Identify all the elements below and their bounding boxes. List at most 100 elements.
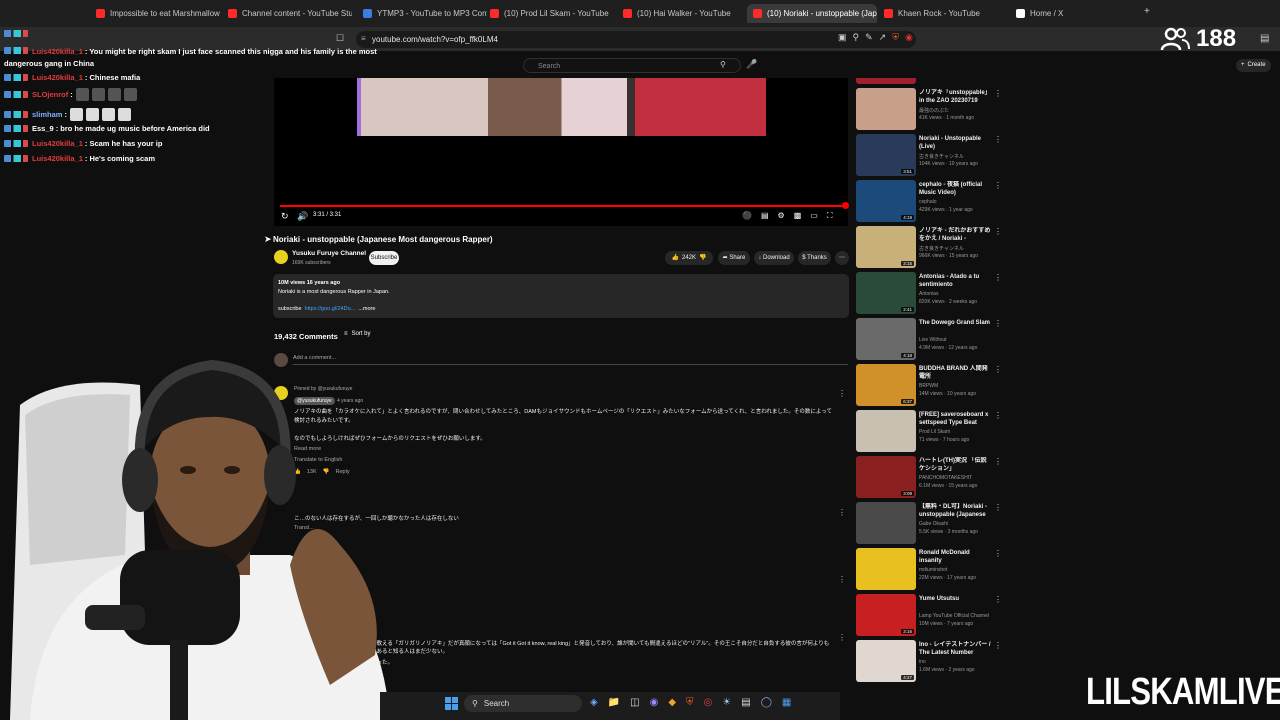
volume-icon[interactable]: 🔊 xyxy=(297,211,308,222)
recommended-thumbnail[interactable] xyxy=(856,88,916,130)
chat-username[interactable]: Ess_9 xyxy=(32,124,54,133)
recommended-title[interactable]: ハートレ(TH)実況 「伝説ケシション」 xyxy=(919,457,991,473)
sort-by-button[interactable]: ≡ Sort by xyxy=(344,331,371,337)
recommended-menu-icon[interactable]: ⋮ xyxy=(994,135,1002,144)
create-button[interactable]: + Create xyxy=(1236,59,1271,72)
url-field[interactable]: youtube.com/watch?v=ofp_ffk0LM4 xyxy=(356,31,916,48)
recommended-menu-icon[interactable]: ⋮ xyxy=(994,273,1002,282)
tab-1[interactable]: Channel content - YouTube Studio xyxy=(222,4,352,23)
tab-3[interactable]: (10) Prod Lil Skam - YouTube xyxy=(484,4,614,23)
autoplay-toggle-icon[interactable]: ⚫ xyxy=(742,211,752,221)
search-icon[interactable]: ⚲ xyxy=(720,60,726,69)
channel-name[interactable]: Yusuku Furuye Channel xyxy=(292,250,366,257)
end-screen-thumbnails[interactable] xyxy=(357,78,766,136)
share-icon[interactable]: ↗ xyxy=(879,32,887,43)
chat-username[interactable]: Luis420killa_1 xyxy=(32,154,83,163)
recommended-title[interactable]: BUDDHA BRAND 人間発電所 xyxy=(919,365,991,381)
recommended-thumbnail[interactable] xyxy=(856,410,916,452)
recommended-title[interactable]: 【無料・DL可】Noriaki - unstoppable (Japanese … xyxy=(919,503,991,520)
recommended-title[interactable]: Noriaki - Unstoppable (Live) xyxy=(919,135,991,151)
recommended-menu-icon[interactable]: ⋮ xyxy=(994,411,1002,420)
comment-3-menu-icon[interactable]: ⋮ xyxy=(838,575,846,584)
recommended-video[interactable]: 【無料・DL可】Noriaki - unstoppable (Japanese … xyxy=(856,502,1002,544)
recommended-thumbnail[interactable] xyxy=(856,548,916,590)
scrubber-handle[interactable] xyxy=(842,202,849,209)
site-info-icon[interactable]: ≡ xyxy=(361,34,366,43)
recommended-video[interactable]: 2:41 Antonias - Atado a tu sentimiento Ant… xyxy=(856,272,1002,314)
recommended-menu-icon[interactable]: ⋮ xyxy=(994,181,1002,190)
zoom-icon[interactable]: ⚲ xyxy=(853,32,860,43)
miniplayer-icon[interactable]: ▩ xyxy=(794,211,802,221)
search-input[interactable]: Search xyxy=(523,58,741,73)
recommended-title[interactable]: ノリアキ「unstoppable」 in the ZAO 20230719 xyxy=(919,89,991,105)
extension-badge-icon[interactable]: ◉ xyxy=(905,32,913,43)
comment-4-menu-icon[interactable]: ⋮ xyxy=(838,633,846,642)
recommended-video[interactable]: 4:18 The Dowego Grand Slam Live Without 4.9… xyxy=(856,318,1002,360)
recommended-menu-icon[interactable]: ⋮ xyxy=(994,457,1002,466)
recommended-video[interactable]: [FREE] saveroseboard x settspeed Type Be… xyxy=(856,410,1002,452)
tab-6[interactable]: Khaen Rock - YouTube xyxy=(878,4,1008,23)
subscribe-link[interactable]: https://goo.gl/24Du... xyxy=(305,306,356,312)
chat-username[interactable]: slimham xyxy=(32,110,62,119)
recommended-video[interactable]: Ronald McDonald insanity mdiuminshot 22M v… xyxy=(856,548,1002,590)
recommended-title[interactable]: Ino - レイテストナンバー / The Latest Number xyxy=(919,641,991,657)
recommended-video[interactable]: 3:15 ノリアキ - だれかおすすめをかえ / Noriaki - Someon… xyxy=(856,226,1002,268)
thumbs-down-icon[interactable]: 👎 xyxy=(699,251,706,265)
subscribe-button[interactable]: Subscribe xyxy=(369,251,399,265)
taskbar-search[interactable]: ⚲ Search xyxy=(464,695,582,712)
tab-7[interactable]: Home / X xyxy=(1010,4,1126,23)
recommended-title[interactable]: ノリアキ - だれかおすすめをかえ / Noriaki - Someone sh… xyxy=(919,227,991,244)
recommended-video[interactable]: 4:27 Ino - レイテストナンバー / The Latest Number i… xyxy=(856,640,1002,682)
app3-icon[interactable]: ▦ xyxy=(782,697,791,708)
recommended-title[interactable]: Antonias - Atado a tu sentimiento xyxy=(919,273,991,289)
brave-icon[interactable]: ⛨ xyxy=(686,697,694,708)
recommended-video[interactable]: 6:37 BUDDHA BRAND 人間発電所 BRPWM 14M views · 1… xyxy=(856,364,1002,406)
tab-0[interactable]: Impossible to eat Marshmallow (15,0 xyxy=(90,4,220,23)
media-icon[interactable]: ▤ xyxy=(741,697,750,708)
like-count[interactable]: 242K xyxy=(682,251,696,265)
recommended-title[interactable]: Ronald McDonald insanity xyxy=(919,549,991,565)
share-button[interactable]: ➦ Share xyxy=(718,251,750,265)
chat-username[interactable]: SLOjenrof xyxy=(32,90,68,99)
chat-username[interactable]: Luis420killa_1 xyxy=(32,73,83,82)
app-icon[interactable]: ◆ xyxy=(668,697,676,708)
steam-icon[interactable]: ☀ xyxy=(722,697,731,708)
recommendation-partial-thumb[interactable] xyxy=(856,78,916,84)
app2-icon[interactable]: ◯ xyxy=(761,697,772,708)
recommended-menu-icon[interactable]: ⋮ xyxy=(994,319,1002,328)
recommended-video[interactable]: 3:16 Yume Utsutsu Lamp YouTube Official Ch… xyxy=(856,594,1002,636)
fullscreen-icon[interactable]: ⛶ xyxy=(827,211,833,221)
sidebar-toggle-icon[interactable]: ▤ xyxy=(1260,33,1269,44)
channel-avatar[interactable] xyxy=(274,250,288,264)
more-link[interactable]: ...more xyxy=(358,306,375,312)
recommended-menu-icon[interactable]: ⋮ xyxy=(994,595,1002,604)
thanks-button[interactable]: $ Thanks xyxy=(798,251,831,265)
recommended-title[interactable]: [FREE] saveroseboard x settspeed Type Be… xyxy=(919,411,991,428)
store-icon[interactable]: ◫ xyxy=(630,697,639,708)
recommended-menu-icon[interactable]: ⋮ xyxy=(994,365,1002,374)
edit-icon[interactable]: ✎ xyxy=(865,32,873,43)
extension-shield-icon[interactable]: ⛨ xyxy=(892,32,899,43)
chat-username[interactable]: Luis420killa_1 xyxy=(32,47,83,56)
recommended-menu-icon[interactable]: ⋮ xyxy=(994,549,1002,558)
progress-bar[interactable] xyxy=(280,205,846,207)
new-tab-icon[interactable]: + xyxy=(1144,6,1150,17)
recommended-menu-icon[interactable]: ⋮ xyxy=(994,503,1002,512)
file-explorer-icon[interactable]: 📁 xyxy=(608,697,620,708)
recommended-title[interactable]: cephalo - 夜猫 (official Music Video) xyxy=(919,181,991,197)
theater-icon[interactable]: ▭ xyxy=(810,211,818,221)
comment-2-menu-icon[interactable]: ⋮ xyxy=(838,508,846,517)
recommended-video[interactable]: ノリアキ「unstoppable」 in the ZAO 20230719 最強の… xyxy=(856,88,1002,130)
copilot-icon[interactable]: ◈ xyxy=(590,697,598,708)
recommended-video[interactable]: 3:51 Noriaki - Unstoppable (Live) 古き良きチャンネ… xyxy=(856,134,1002,176)
download-button[interactable]: ↓ Download xyxy=(754,251,794,265)
tab-5[interactable]: (10) Noriaki - unstoppable (Jap× xyxy=(747,4,877,23)
recommended-menu-icon[interactable]: ⋮ xyxy=(994,641,1002,650)
obs-icon[interactable]: ◎ xyxy=(704,697,713,708)
recommended-title[interactable]: The Dowego Grand Slam xyxy=(919,319,991,327)
mic-icon[interactable]: 🎤 xyxy=(746,59,757,70)
description-box[interactable]: 10M views 16 years ago Noriaki is a most… xyxy=(273,274,849,318)
discord-icon[interactable]: ◉ xyxy=(650,697,659,708)
replay-icon[interactable]: ↻ xyxy=(281,211,289,222)
thumbs-up-icon[interactable]: 👍 xyxy=(672,251,679,265)
